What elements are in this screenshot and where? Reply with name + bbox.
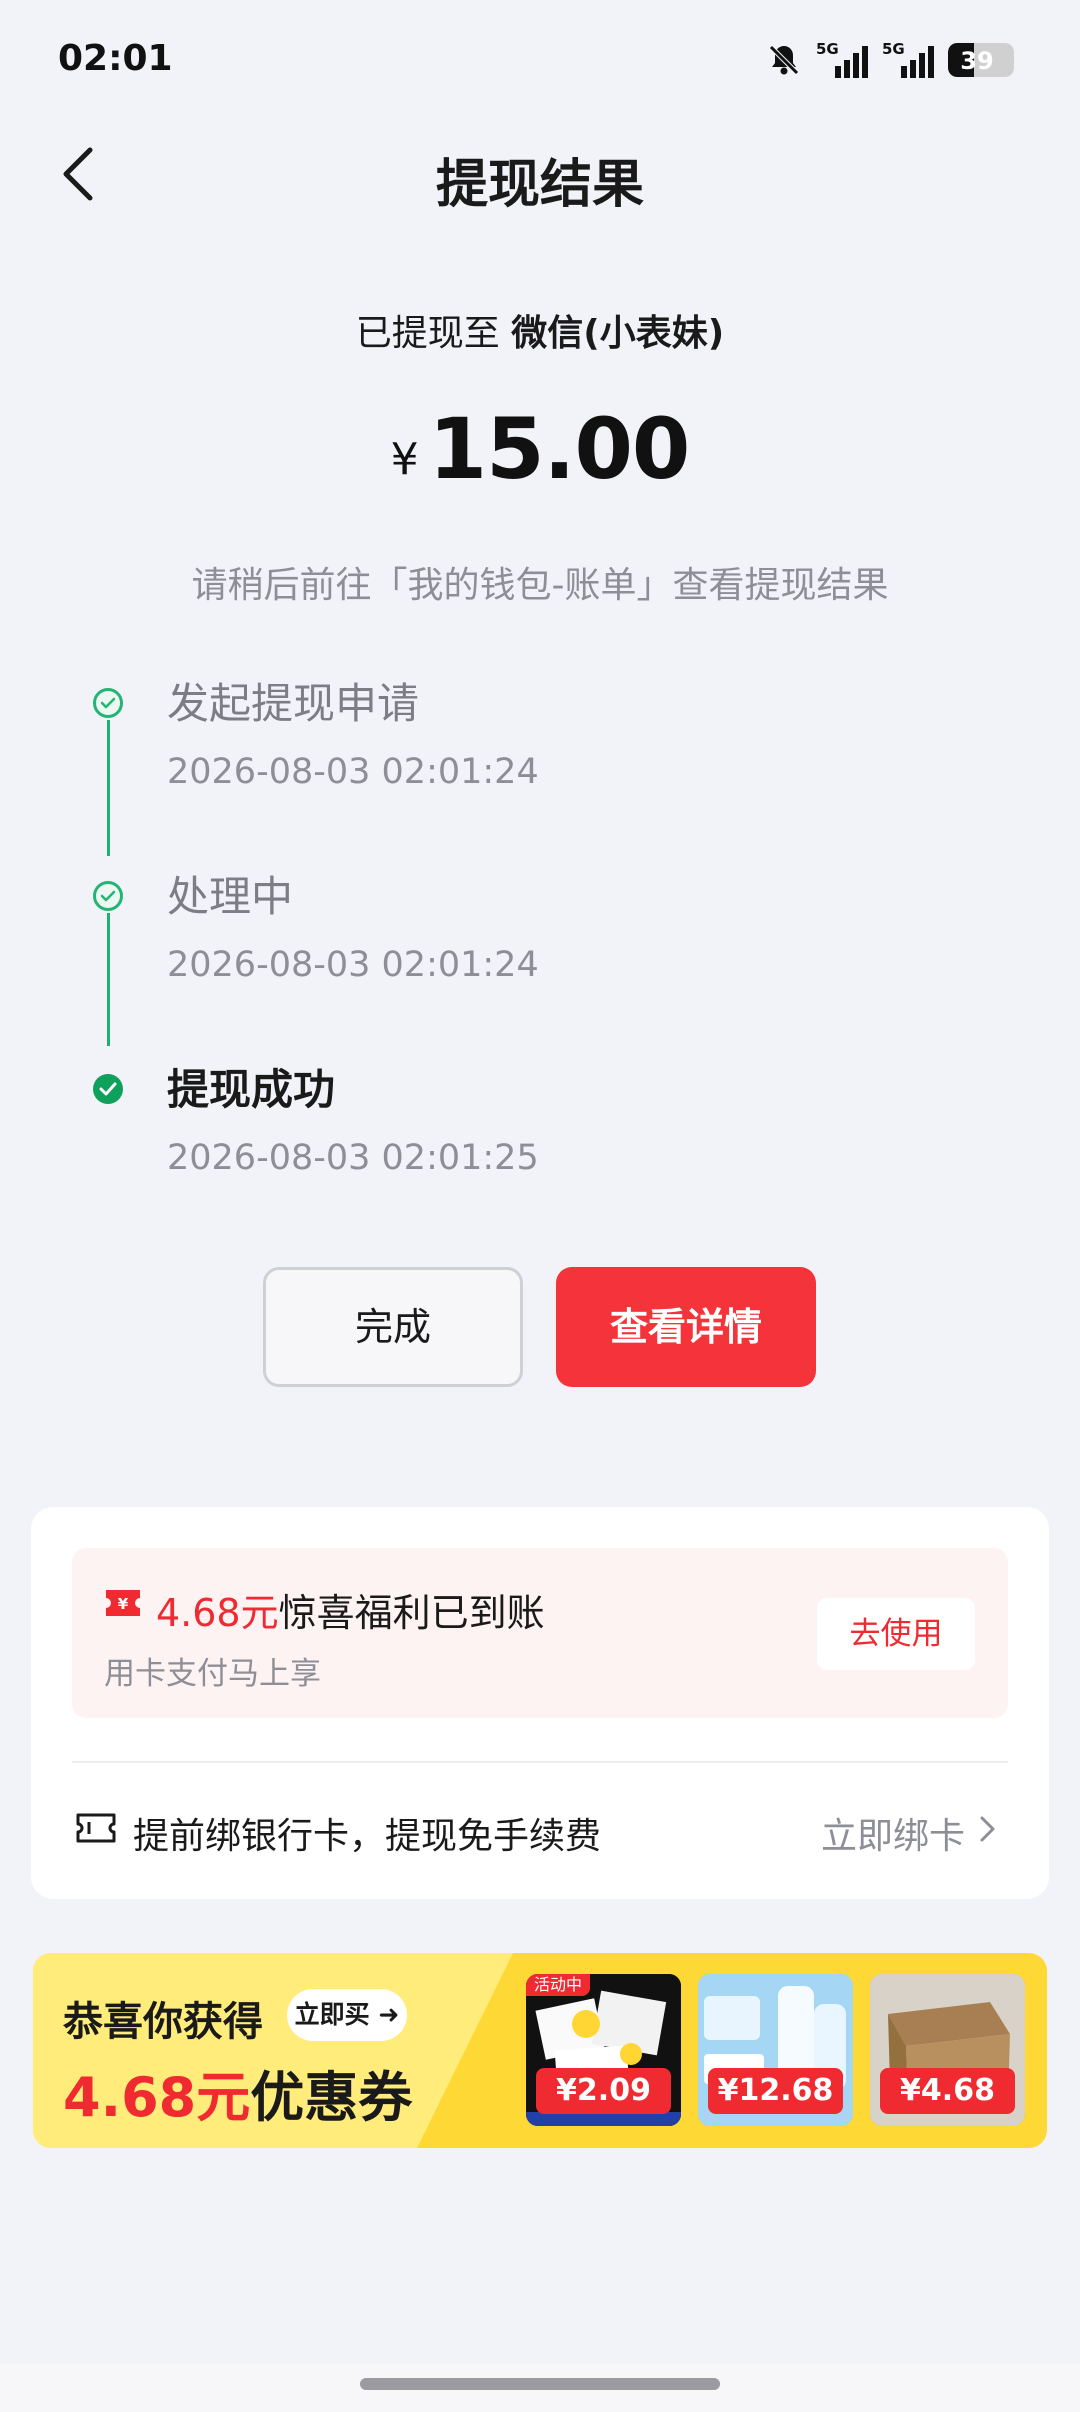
battery-icon: 39 [948, 43, 1014, 77]
product-tag: 活动中 [526, 1974, 591, 1996]
promo-banner[interactable]: ¥ 4.68元惊喜福利已到账 用卡支付马上享 去使用 [72, 1548, 1008, 1718]
coupon-ad-banner[interactable]: 恭喜你获得 立即买 ➜ 4.68元优惠券 活动中 ¥2.09 ¥12.68 ¥4… [33, 1953, 1047, 2148]
timeline-step-time: 2026-08-03 02:01:24 [167, 752, 539, 792]
mute-bell-icon [769, 45, 799, 75]
status-time: 02:01 [58, 38, 173, 79]
chevron-right-icon[interactable] [977, 1813, 999, 1845]
result-hint: 请稍后前往「我的钱包-账单」查看提现结果 [191, 565, 889, 606]
timeline-step-time: 2026-08-03 02:01:25 [167, 1138, 539, 1178]
destination-account: 微信(小表妹) [511, 313, 725, 354]
timeline-step-requested: 发起提现申请 2026-08-03 02:01:24 [0, 670, 1080, 810]
promo-subtitle: 用卡支付马上享 [104, 1656, 321, 1692]
withdraw-destination: 已提现至 微信(小表妹) [0, 304, 1080, 356]
page-title: 提现结果 [435, 155, 644, 215]
bank-card-icon [76, 1813, 116, 1843]
timeline-step-title: 提现成功 [167, 1065, 336, 1114]
promo-amount: 4.68元 [156, 1591, 279, 1635]
banner-coupon-label: 优惠券 [250, 2066, 413, 2129]
bind-bank-text: 提前绑银行卡，提现免手续费 [133, 1816, 602, 1857]
divider [72, 1761, 1008, 1763]
timeline-step-time: 2026-08-03 02:01:24 [167, 945, 539, 985]
status-bar: 02:01 5G 5G 39 [0, 0, 1080, 120]
signal-icon-2: 5G [882, 40, 934, 80]
banner-coupon-amount: 4.68元 [63, 2066, 251, 2129]
banner-headline: 恭喜你获得 [63, 1999, 263, 2045]
buy-now-button[interactable]: 立即买 ➜ [287, 1989, 407, 2041]
destination-prefix: 已提现至 [355, 313, 500, 354]
promo-title-text: 惊喜福利已到账 [278, 1591, 545, 1635]
timeline-step-processing: 处理中 2026-08-03 02:01:24 [0, 863, 1080, 1003]
check-circle-icon [93, 688, 123, 718]
product-price: ¥12.68 [708, 2068, 843, 2114]
home-indicator[interactable] [360, 2378, 720, 2390]
timeline-step-title: 发起提现申请 [167, 679, 420, 728]
status-icons: 5G 5G 39 [766, 40, 1014, 80]
product-card-1[interactable]: 活动中 ¥2.09 [526, 1974, 681, 2126]
check-circle-icon [93, 881, 123, 911]
benefit-card: ¥ 4.68元惊喜福利已到账 用卡支付马上享 去使用 提前绑银行卡，提现免手续费… [31, 1507, 1049, 1899]
promo-title: 4.68元惊喜福利已到账 [156, 1582, 545, 1637]
bind-card-link[interactable]: 立即绑卡 [821, 1807, 965, 1859]
svg-text:¥: ¥ [118, 1595, 129, 1613]
product-card-2[interactable]: ¥12.68 [698, 1974, 853, 2126]
use-now-button[interactable]: 去使用 [817, 1598, 975, 1670]
signal-icon: 5G [816, 40, 868, 80]
done-button[interactable]: 完成 [263, 1267, 523, 1387]
currency-symbol: ¥ [390, 434, 419, 485]
product-price: ¥4.68 [880, 2068, 1015, 2114]
timeline-step-title: 处理中 [167, 872, 294, 921]
timeline-step-success: 提现成功 2026-08-03 02:01:25 [0, 1056, 1080, 1196]
amount-value: 15.00 [428, 400, 691, 498]
view-details-button[interactable]: 查看详情 [556, 1267, 816, 1387]
banner-coupon-text: 4.68元优惠券 [63, 2053, 412, 2132]
product-card-3[interactable]: ¥4.68 [870, 1974, 1025, 2126]
progress-timeline: 发起提现申请 2026-08-03 02:01:24 处理中 2026-08-0… [0, 670, 1080, 1210]
ticket-icon: ¥ [106, 1590, 140, 1616]
withdraw-amount: ¥15.00 [0, 400, 1080, 498]
check-circle-icon [93, 1074, 123, 1104]
product-price: ¥2.09 [536, 2068, 671, 2114]
